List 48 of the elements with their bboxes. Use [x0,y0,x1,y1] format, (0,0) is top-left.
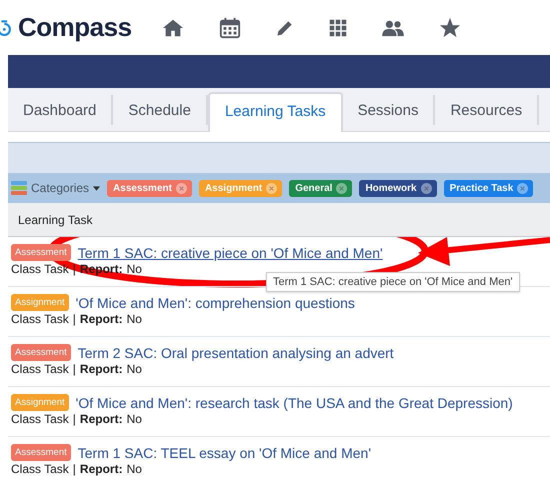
report-label: Report: [80,312,123,326]
tooltip: Term 1 SAC: creative piece on 'Of Mice and Men' [266,272,520,292]
star-icon[interactable] [439,16,461,38]
tab[interactable]: Sessions [342,95,436,125]
categories-icon [11,180,27,196]
report-value: No [126,312,142,326]
calendar-icon[interactable] [219,16,241,38]
logo-icon [0,18,12,38]
tab[interactable]: Dashboard [8,95,114,125]
category-tag[interactable]: Practice Task [444,180,534,196]
category-badge: Assessment [11,244,71,261]
report-value: No [126,462,142,476]
report-label: Report: [80,412,123,426]
category-badge: Assignment [11,394,69,411]
tab[interactable]: Resources [435,95,540,125]
people-icon[interactable] [381,18,405,36]
task-type: Class Task [11,312,69,326]
separator: | [72,412,76,426]
categories-dropdown[interactable]: Categories [11,180,100,196]
task-link[interactable]: 'Of Mice and Men': research task (The USA and the Great Depression) [76,394,513,410]
separator: | [72,362,76,376]
task-link[interactable]: Term 1 SAC: TEEL essay on 'Of Mice and Men' [78,444,371,460]
category-tag[interactable]: Homework [359,180,437,196]
report-value: No [126,262,142,276]
task-link[interactable]: Term 1 SAC: creative piece on 'Of Mice and Men' [78,244,383,260]
task-type: Class Task [11,262,69,276]
separator: | [72,462,76,476]
report-label: Report: [80,362,123,376]
brand-name[interactable]: Compass [18,12,132,43]
separator: | [72,262,76,276]
category-badge: Assessment [11,344,71,361]
remove-icon[interactable] [420,182,432,194]
task-type: Class Task [11,412,69,426]
report-value: No [126,412,142,426]
task-link[interactable]: Term 2 SAC: Oral presentation analysing an advert [78,344,394,360]
grid-icon[interactable] [329,18,347,36]
category-badge: Assignment [11,294,69,311]
tab[interactable]: Learning Tasks [208,92,343,132]
caret-icon [93,186,100,190]
category-tag[interactable]: General [289,180,352,196]
separator: | [72,312,76,326]
category-badge: Assessment [11,444,71,461]
report-value: No [126,362,142,376]
report-label: Report: [80,462,123,476]
task-type: Class Task [11,462,69,476]
task-type: Class Task [11,362,69,376]
column-header: Learning Task [18,212,92,226]
task-link[interactable]: 'Of Mice and Men': comprehension questions [76,294,355,310]
